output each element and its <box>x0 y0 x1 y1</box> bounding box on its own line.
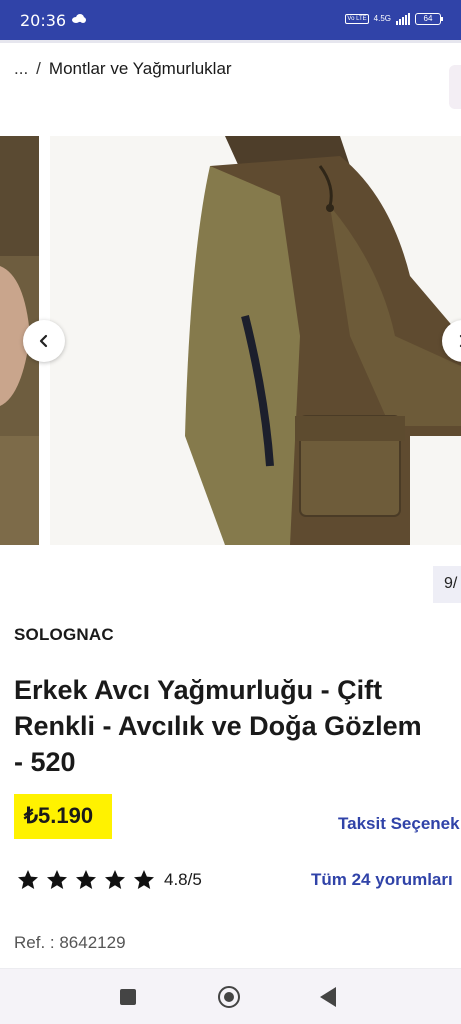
cloud-icon <box>72 14 86 23</box>
product-image[interactable] <box>50 136 461 545</box>
product-gallery[interactable] <box>0 136 461 545</box>
recent-apps-icon[interactable] <box>120 989 136 1005</box>
rating-value: 4.8/5 <box>164 870 202 889</box>
status-bar: 20:36 Vo LTE 4.5G 64 <box>0 0 461 40</box>
all-reviews-link[interactable]: Tüm 24 yorumları <box>311 870 453 890</box>
image-counter: 9/ <box>433 566 461 603</box>
status-time: 20:36 <box>20 11 67 30</box>
back-icon[interactable] <box>320 987 336 1007</box>
home-icon[interactable] <box>218 986 240 1008</box>
breadcrumb-separator: / <box>36 59 41 78</box>
installment-options-link[interactable]: Taksit Seçenek <box>338 814 460 834</box>
product-brand[interactable]: SOLOGNAC <box>14 625 114 645</box>
chevron-left-icon <box>39 334 48 348</box>
star-icon <box>18 870 38 889</box>
network-type: 4.5G <box>373 14 391 23</box>
star-icon <box>134 870 154 889</box>
battery-level: 64 <box>423 14 433 23</box>
rating-stars <box>16 868 156 892</box>
product-title: Erkek Avcı Yağmurluğu - Çift Renkli - Av… <box>14 675 422 777</box>
product-price: ₺5.190 <box>14 794 112 839</box>
product-reference: Ref. : 8642129 <box>14 933 126 952</box>
star-icon <box>76 870 96 889</box>
breadcrumb-current[interactable]: Montlar ve Yağmurluklar <box>49 59 232 79</box>
star-icon <box>47 870 67 889</box>
chevron-right-icon <box>459 334 461 348</box>
jacket-image <box>50 136 461 545</box>
breadcrumb: ... / Montlar ve Yağmurluklar <box>14 59 232 79</box>
header-divider <box>0 40 461 43</box>
system-navigation-bar <box>0 968 461 1024</box>
gallery-prev-button[interactable] <box>23 320 65 362</box>
side-panel-handle[interactable] <box>449 65 461 109</box>
breadcrumb-ellipsis[interactable]: ... <box>14 59 28 79</box>
star-icon <box>105 870 125 889</box>
signal-icon <box>396 13 410 25</box>
status-indicators: Vo LTE 4.5G 64 <box>345 13 443 25</box>
volte-badge: Vo LTE <box>345 14 369 24</box>
battery-icon: 64 <box>415 13 443 25</box>
